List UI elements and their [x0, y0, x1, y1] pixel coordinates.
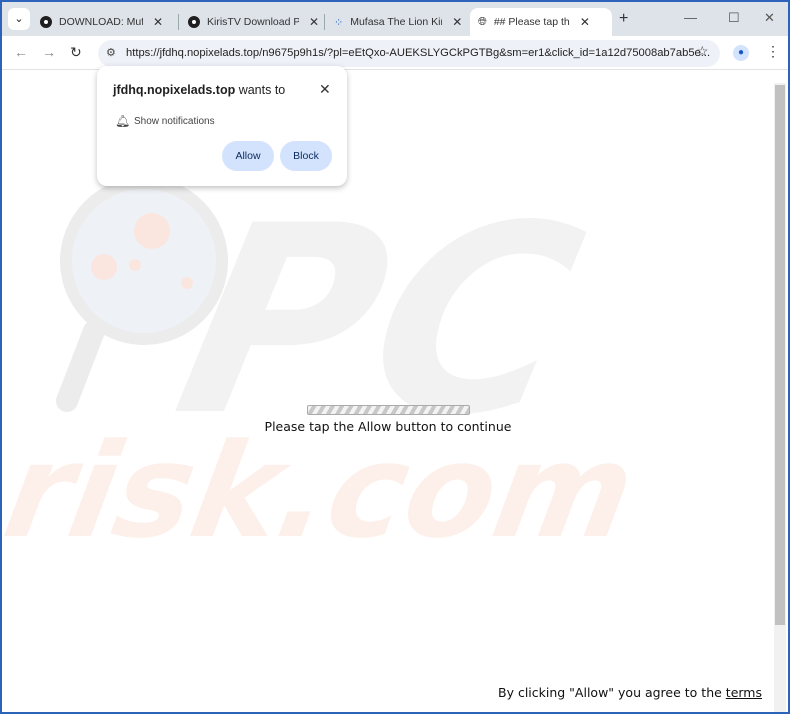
- notification-permission-popup: jfdhq.nopixelads.top wants to ✕ 🔔︎ Show …: [97, 66, 347, 186]
- globe-icon: 🌐︎: [478, 15, 487, 28]
- block-button[interactable]: Block: [280, 141, 332, 171]
- menu-kebab-icon[interactable]: ⋮: [766, 43, 780, 60]
- toolbar: ← → ↻ ⚙ https://jfdhq.nopixelads.top/n967…: [2, 36, 788, 70]
- progress-bar: [307, 405, 470, 415]
- site-info-icon[interactable]: ⚙: [106, 40, 116, 67]
- close-tab-icon[interactable]: ✕: [452, 15, 462, 29]
- tab-search-button[interactable]: ⌄: [8, 8, 30, 30]
- profile-avatar[interactable]: ●: [733, 45, 749, 61]
- terms-link[interactable]: terms: [726, 685, 762, 700]
- bell-icon: 🔔︎: [115, 114, 131, 128]
- bookmark-star-icon[interactable]: ☆: [696, 43, 709, 60]
- reload-button[interactable]: ↻: [70, 44, 82, 61]
- close-tab-icon[interactable]: ✕: [309, 15, 319, 29]
- tab-strip: ⌄ DOWNLOAD: Mufasa✕ KirisTV Download Pag…: [2, 2, 788, 36]
- back-button[interactable]: ←: [14, 44, 28, 60]
- circle-logo-icon: [188, 16, 200, 28]
- svg-text:risk.com: risk.com: [2, 415, 645, 567]
- tab-kiristv[interactable]: KirisTV Download Page✕: [180, 8, 327, 36]
- forward-button[interactable]: →: [42, 44, 56, 60]
- allow-button[interactable]: Allow: [222, 141, 274, 171]
- close-tab-icon[interactable]: ✕: [153, 15, 163, 29]
- instruction-text: Please tap the Allow button to continue: [264, 419, 512, 434]
- browser-window: ⌄ DOWNLOAD: Mufasa✕ KirisTV Download Pag…: [2, 2, 788, 712]
- popup-site: jfdhq.nopixelads.top: [113, 83, 236, 97]
- scrollbar[interactable]: [774, 83, 786, 712]
- address-bar[interactable]: ⚙ https://jfdhq.nopixelads.top/n9675p9h1s…: [98, 40, 720, 67]
- popup-close-icon[interactable]: ✕: [319, 81, 331, 98]
- footer-terms: By clicking "Allow" you agree to the ter…: [498, 685, 762, 700]
- loading-spinner-icon: ⁘: [334, 16, 344, 29]
- close-tab-icon[interactable]: ✕: [580, 15, 590, 29]
- close-window-button[interactable]: ✕: [764, 10, 775, 26]
- tab-download-mufasa[interactable]: DOWNLOAD: Mufasa✕: [32, 8, 171, 36]
- circle-logo-icon: [40, 16, 52, 28]
- tab-please-tap-allow[interactable]: 🌐︎## Please tap the Allow✕: [470, 8, 612, 36]
- permission-label: Show notifications: [134, 116, 215, 127]
- maximize-button[interactable]: ☐: [728, 10, 740, 26]
- scrollbar-thumb[interactable]: [775, 85, 785, 625]
- minimize-button[interactable]: —: [684, 10, 697, 25]
- new-tab-button[interactable]: +: [619, 10, 628, 28]
- tab-mufasa-lion-king[interactable]: ⁘ Mufasa The Lion King ✕: [326, 8, 470, 36]
